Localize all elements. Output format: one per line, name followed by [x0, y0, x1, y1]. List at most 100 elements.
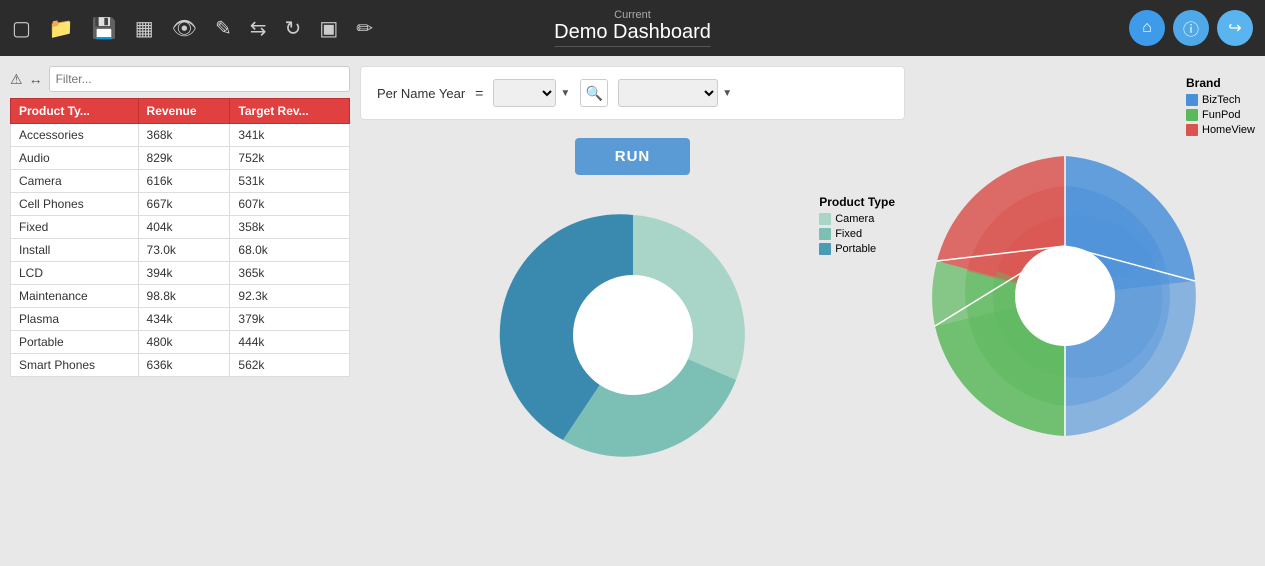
toolbar: ▢ 📁 💾 ▦ 👁 ✎ ⇆ ↻ ▣ ✏ Current Demo Dashboa… [0, 0, 1265, 56]
legend-camera: Camera [819, 213, 895, 225]
table-cell: 636k [138, 354, 230, 377]
table-row[interactable]: Cell Phones667k607k [11, 193, 350, 216]
refresh-icon[interactable]: ↻ [285, 16, 302, 41]
donut-chart-svg [483, 185, 783, 485]
eye-icon[interactable]: 👁 [172, 16, 197, 41]
table-cell: 394k [138, 262, 230, 285]
legend-funpod: FunPod [1186, 109, 1255, 121]
run-button[interactable]: RUN [575, 138, 691, 175]
legend-funpod-dot [1186, 109, 1198, 121]
table-row[interactable]: Plasma434k379k [11, 308, 350, 331]
col-product-type[interactable]: Product Ty... [11, 99, 139, 124]
table-cell: Fixed [11, 216, 139, 239]
value-select[interactable]: 2020 2021 2022 [618, 79, 718, 107]
table-cell: Maintenance [11, 285, 139, 308]
filter-bar: ⚠ ↔ [10, 66, 350, 92]
table-cell: 444k [230, 331, 350, 354]
value-chevron: ▼ [722, 88, 732, 99]
filter-dropdown: Year Name ▼ [493, 79, 570, 107]
table-cell: 73.0k [138, 239, 230, 262]
save-icon[interactable]: 💾 [92, 16, 117, 41]
table-cell: Cell Phones [11, 193, 139, 216]
toolbar-icons: ▢ 📁 💾 ▦ 👁 ✎ ⇆ ↻ ▣ ✏ [12, 16, 373, 41]
table-cell: Audio [11, 147, 139, 170]
table-cell: 92.3k [230, 285, 350, 308]
table-cell: 365k [230, 262, 350, 285]
legend-fixed: Fixed [819, 228, 895, 240]
bar-chart-icon[interactable]: ▦ [135, 16, 154, 41]
table-cell: 434k [138, 308, 230, 331]
table-cell: 368k [138, 124, 230, 147]
table-cell: LCD [11, 262, 139, 285]
table-cell: 404k [138, 216, 230, 239]
table-cell: 358k [230, 216, 350, 239]
legend-biztech: BizTech [1186, 94, 1255, 106]
table-cell: Camera [11, 170, 139, 193]
table-cell: Plasma [11, 308, 139, 331]
legend-camera-label: Camera [835, 213, 874, 225]
current-label: Current [554, 9, 711, 21]
col-revenue[interactable]: Revenue [138, 99, 230, 124]
table-row[interactable]: LCD394k365k [11, 262, 350, 285]
filter-arrow-icon[interactable]: ↔ [29, 71, 43, 87]
table-row[interactable]: Portable480k444k [11, 331, 350, 354]
table-cell: 616k [138, 170, 230, 193]
table-cell: 68.0k [230, 239, 350, 262]
table-cell: 379k [230, 308, 350, 331]
dashboard-title: Demo Dashboard [554, 21, 711, 47]
right-panel: Brand BizTech FunPod HomeView [915, 66, 1255, 556]
brand-legend-title: Brand [1186, 76, 1255, 90]
legend-portable: Portable [819, 243, 895, 255]
home-button[interactable]: ⌂ [1129, 10, 1165, 46]
donut-chart-area: Product Type Camera Fixed Portable [360, 185, 905, 556]
filter-pin-icon[interactable]: ⚠ [10, 71, 23, 88]
brush-icon[interactable]: ✏ [356, 16, 373, 41]
legend-funpod-label: FunPod [1202, 109, 1241, 121]
table-cell: 829k [138, 147, 230, 170]
table-header-row: Product Ty... Revenue Target Rev... [11, 99, 350, 124]
sunburst-chart-svg [915, 96, 1215, 496]
pencil-icon[interactable]: ✎ [215, 16, 232, 41]
table-cell: Smart Phones [11, 354, 139, 377]
table-cell: Install [11, 239, 139, 262]
filter-input[interactable] [49, 66, 350, 92]
toolbar-center: Current Demo Dashboard [554, 9, 711, 47]
table-row[interactable]: Fixed404k358k [11, 216, 350, 239]
table-cell: 341k [230, 124, 350, 147]
table-row[interactable]: Camera616k531k [11, 170, 350, 193]
table-cell: 531k [230, 170, 350, 193]
legend-homeview: HomeView [1186, 124, 1255, 136]
center-panel: Per Name Year = Year Name ▼ 🔍 2020 2021 … [360, 66, 905, 556]
table-cell: 98.8k [138, 285, 230, 308]
filter-select[interactable]: Year Name [493, 79, 556, 107]
dropdown-chevron: ▼ [560, 88, 570, 99]
monitor-icon[interactable]: ▣ [319, 16, 338, 41]
new-file-icon[interactable]: ▢ [12, 16, 31, 41]
table-row[interactable]: Accessories368k341k [11, 124, 350, 147]
legend-biztech-dot [1186, 94, 1198, 106]
legend-fixed-dot [819, 228, 831, 240]
table-row[interactable]: Smart Phones636k562k [11, 354, 350, 377]
table-cell: Portable [11, 331, 139, 354]
main-content: ⚠ ↔ Product Ty... Revenue Target Rev... … [0, 56, 1265, 566]
brand-legend: Brand BizTech FunPod HomeView [1186, 76, 1255, 139]
folder-icon[interactable]: 📁 [49, 16, 74, 41]
table-cell: 607k [230, 193, 350, 216]
arrows-icon[interactable]: ⇆ [250, 16, 267, 41]
table-cell: 752k [230, 147, 350, 170]
table-row[interactable]: Audio829k752k [11, 147, 350, 170]
table-row[interactable]: Install73.0k68.0k [11, 239, 350, 262]
table-row[interactable]: Maintenance98.8k92.3k [11, 285, 350, 308]
legend-fixed-label: Fixed [835, 228, 862, 240]
per-name-year-label: Per Name Year [377, 86, 465, 101]
search-button[interactable]: 🔍 [580, 79, 608, 107]
left-panel: ⚠ ↔ Product Ty... Revenue Target Rev... … [10, 66, 350, 556]
legend-portable-label: Portable [835, 243, 876, 255]
table-cell: 562k [230, 354, 350, 377]
table-cell: Accessories [11, 124, 139, 147]
info-button[interactable]: ⓘ [1173, 10, 1209, 46]
col-target-rev[interactable]: Target Rev... [230, 99, 350, 124]
legend-portable-dot [819, 243, 831, 255]
legend-homeview-label: HomeView [1202, 124, 1255, 136]
share-button[interactable]: ↪ [1217, 10, 1253, 46]
